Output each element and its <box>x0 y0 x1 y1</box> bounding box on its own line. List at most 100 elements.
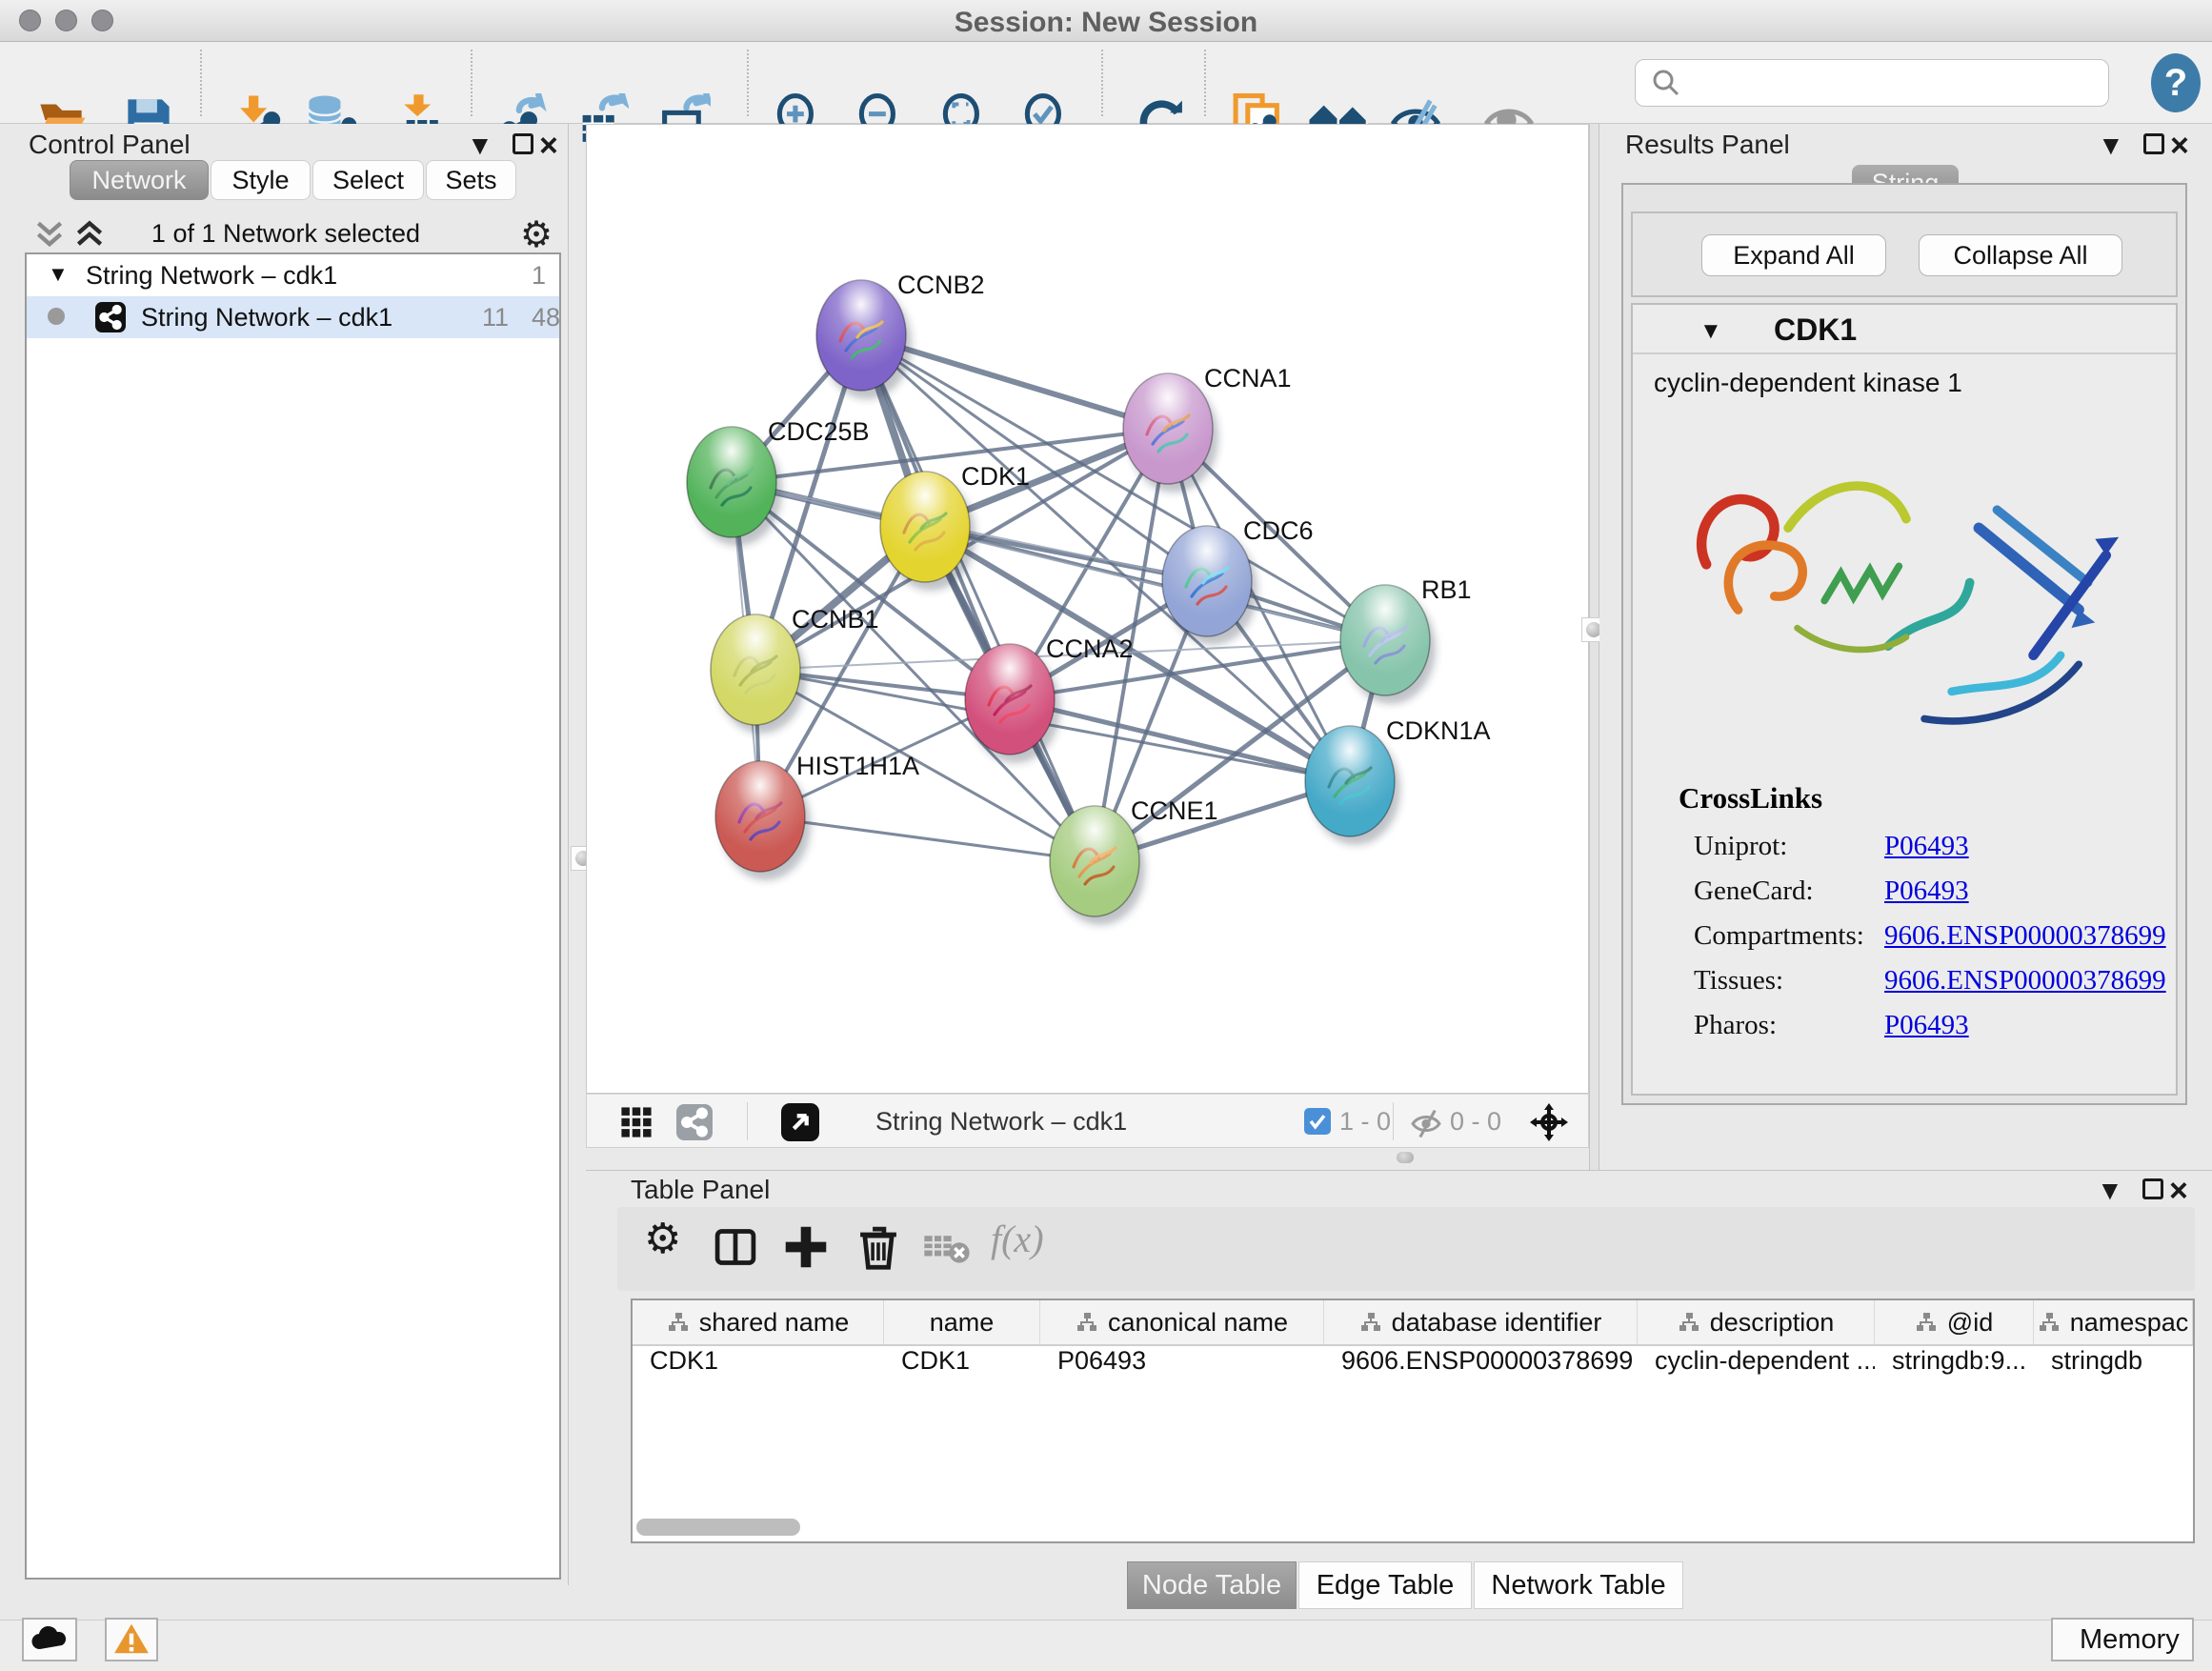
collection-count: 1 <box>532 261 546 291</box>
grid-view-icon[interactable] <box>619 1106 654 1138</box>
horizontal-scrollbar[interactable] <box>636 1519 2189 1536</box>
column-header-name[interactable]: name <box>884 1300 1040 1344</box>
column-type-icon <box>1359 1312 1382 1333</box>
collapse-all-icon[interactable] <box>32 219 67 250</box>
tree-expand-icon[interactable]: ▼ <box>48 262 69 287</box>
network-view-title: String Network – cdk1 <box>875 1107 1127 1137</box>
expand-collapse-row: Expand All Collapse All <box>1631 211 2178 297</box>
table-row[interactable]: CDK1CDK1P064939606.ENSP00000378699cyclin… <box>633 1346 2193 1382</box>
column-header-label: namespac <box>2070 1308 2189 1338</box>
separator <box>747 1102 748 1140</box>
tab-select[interactable]: Select <box>312 160 424 200</box>
node-label: CCNA2 <box>1046 634 1134 663</box>
node-table[interactable]: shared name namecanonical name database id… <box>631 1299 2195 1543</box>
selected-checkbox-icon[interactable] <box>1304 1108 1331 1135</box>
hidden-eye-icon <box>1408 1106 1444 1138</box>
birds-eye-view-icon[interactable] <box>781 1103 819 1141</box>
crosslink-link[interactable]: 9606.ENSP00000378699 <box>1884 920 2166 952</box>
node-label: CDKN1A <box>1386 716 1491 745</box>
protein-description: cyclin-dependent kinase 1 <box>1654 368 1962 398</box>
crosslink-row: Pharos:P06493 <box>1694 1010 2170 1041</box>
panel-close-icon[interactable]: × <box>2169 1178 2188 1203</box>
column-header-shared-name[interactable]: shared name <box>633 1300 884 1344</box>
network-canvas[interactable]: CCNB2CCNA1CDC25BCDK1CDC6RB1CCNB1CCNA2CDK… <box>586 124 1589 1094</box>
options-gear-icon[interactable]: ⚙ <box>520 213 553 256</box>
column-header-database-identifier[interactable]: database identifier <box>1324 1300 1638 1344</box>
help-button[interactable]: ? <box>2151 53 2201 112</box>
crosslink-row: Compartments: 9606.ENSP00000378699 <box>1694 920 2170 952</box>
column-header--id[interactable]: @id <box>1875 1300 2034 1344</box>
memory-button[interactable]: Memory <box>2051 1618 2194 1661</box>
crosslink-link[interactable]: P06493 <box>1884 1010 1969 1041</box>
add-column-icon[interactable] <box>781 1220 831 1274</box>
crosslink-link[interactable]: P06493 <box>1884 831 1969 862</box>
crosslink-link[interactable]: 9606.ENSP00000378699 <box>1884 965 2166 997</box>
tab-sets[interactable]: Sets <box>426 160 516 200</box>
function-builder-icon[interactable]: f(x) <box>991 1217 1096 1270</box>
panel-menu-icon[interactable]: ▼ <box>467 131 493 160</box>
column-header-label: database identifier <box>1392 1308 1602 1338</box>
results-panel: Results Panel ▼ × String Expand All Coll… <box>1599 124 2212 1170</box>
toolbar-separator <box>200 50 202 116</box>
crosslink-link[interactable]: P06493 <box>1884 876 1969 907</box>
tab-network-table[interactable]: Network Table <box>1474 1561 1683 1609</box>
crosslink-label: Compartments: <box>1694 920 1864 951</box>
toolbar-separator <box>1101 50 1103 116</box>
crosslink-label: Tissues: <box>1694 965 1783 996</box>
collapse-section-icon[interactable]: ▼ <box>1699 318 1722 345</box>
move-crosshair-icon[interactable] <box>1528 1101 1570 1143</box>
node-count: 11 <box>482 303 509 332</box>
table-cell: stringdb:9... <box>1875 1346 2034 1382</box>
column-header-label: shared name <box>699 1308 850 1338</box>
tab-network[interactable]: Network <box>70 160 209 200</box>
crosslink-row: Uniprot:P06493 <box>1694 831 2170 862</box>
cloud-icon <box>29 1624 70 1653</box>
separator <box>1393 1102 1394 1140</box>
cloud-status-button[interactable] <box>22 1618 77 1661</box>
column-header-canonical-name[interactable]: canonical name <box>1040 1300 1324 1344</box>
node-label: CCNA1 <box>1204 364 1292 393</box>
column-header-description[interactable]: description <box>1638 1300 1875 1344</box>
tab-style[interactable]: Style <box>211 160 311 200</box>
protein-section: ▼ CDK1 cyclin-dependent kinase 1 <box>1631 303 2178 1096</box>
panel-menu-icon[interactable]: ▼ <box>2097 1177 2123 1205</box>
protein-section-header[interactable]: ▼ CDK1 <box>1633 305 2176 354</box>
column-type-icon <box>1915 1312 1938 1333</box>
column-header-label: description <box>1710 1308 1835 1338</box>
delete-table-icon[interactable] <box>922 1220 972 1274</box>
delete-column-icon[interactable] <box>854 1220 903 1274</box>
table-settings-gear-icon[interactable]: ⚙ <box>644 1215 694 1268</box>
network-share-icon[interactable] <box>676 1104 713 1140</box>
expand-all-button[interactable]: Expand All <box>1701 234 1886 276</box>
status-bar: Memory <box>0 1620 2212 1671</box>
warnings-button[interactable] <box>105 1618 158 1661</box>
panel-float-icon[interactable] <box>2143 133 2164 154</box>
toolbar-separator <box>747 50 749 116</box>
edge-count: 48 <box>532 303 560 332</box>
node-label: CCNE1 <box>1131 796 1218 825</box>
network-tree-root-row[interactable]: ▼ String Network – cdk1 1 <box>27 254 559 296</box>
table-panel: Table Panel ▼ × ⚙ f(x) shared namenameca… <box>586 1170 2212 1620</box>
control-panel-title: Control Panel <box>29 130 191 160</box>
panel-close-icon[interactable]: × <box>2170 133 2189 158</box>
toolbar-separator <box>1204 50 1206 116</box>
show-columns-icon[interactable] <box>711 1220 760 1274</box>
vertical-splitter-right[interactable] <box>1589 124 1599 1170</box>
panel-float-icon[interactable] <box>2142 1178 2163 1199</box>
horizontal-splitter-handle[interactable] <box>1397 1152 1414 1163</box>
collapse-all-button[interactable]: Collapse All <box>1919 234 2122 276</box>
column-header-namespac[interactable]: namespac <box>2034 1300 2193 1344</box>
expand-all-icon[interactable] <box>72 219 107 250</box>
scrollbar-thumb[interactable] <box>636 1519 800 1536</box>
panel-close-icon[interactable]: × <box>539 133 558 158</box>
memory-label: Memory <box>2080 1624 2180 1656</box>
network-tree-child-row[interactable]: String Network – cdk1 11 48 <box>27 296 559 338</box>
table-cell: CDK1 <box>633 1346 884 1382</box>
window-title: Session: New Session <box>0 7 2212 39</box>
panel-menu-icon[interactable]: ▼ <box>2098 131 2124 160</box>
tab-edge-table[interactable]: Edge Table <box>1298 1561 1472 1609</box>
tab-node-table[interactable]: Node Table <box>1127 1561 1297 1609</box>
panel-float-icon[interactable] <box>513 133 533 154</box>
search-input[interactable] <box>1691 64 2108 102</box>
node-label: RB1 <box>1421 575 1472 604</box>
